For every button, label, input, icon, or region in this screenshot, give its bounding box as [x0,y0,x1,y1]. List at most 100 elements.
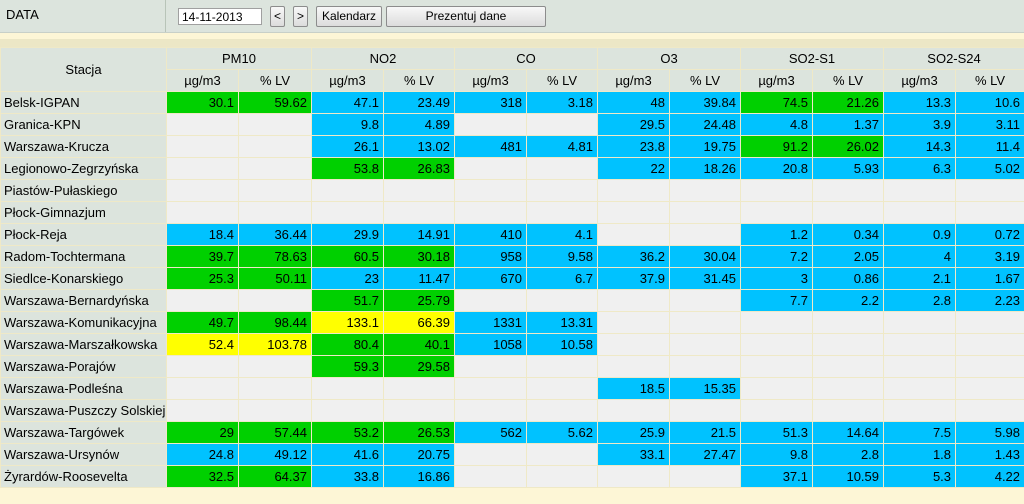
percent-lv-cell [238,355,312,378]
percent-lv-cell: 26.83 [382,157,456,180]
station-name: Warszawa-Marszałkowska [0,333,167,356]
concentration-cell: 25.3 [166,267,239,290]
concentration-cell [883,355,957,378]
concentration-cell [740,201,814,224]
concentration-cell: 23.8 [597,135,671,158]
station-row: Żyrardów-Roosevelta 32.5 64.37 33.8 16.86 37.… [0,465,1024,488]
station-row: Warszawa-Ursynów 24.8 49.12 41.6 20.75 33.1 27… [0,443,1024,466]
percent-lv-cell: 10.58 [526,333,599,356]
concentration-cell: 59.3 [311,355,384,378]
concentration-cell [597,399,671,422]
percent-lv-cell: 18.26 [669,157,742,180]
percent-lv-cell [669,465,742,488]
concentration-cell: 3.9 [883,113,957,136]
show-data-button[interactable]: Prezentuj dane [386,6,546,27]
percent-lv-cell: 4.22 [955,465,1024,488]
percent-lv-cell [812,201,885,224]
concentration-cell [740,179,814,202]
calendar-button[interactable]: Kalendarz [316,6,382,27]
percent-lv-header: % LV [526,69,599,92]
percent-lv-cell: 13.31 [526,311,599,334]
concentration-cell [166,157,239,180]
percent-lv-cell: 3.11 [955,113,1024,136]
percent-lv-cell: 5.93 [812,157,885,180]
percent-lv-cell: 2.05 [812,245,885,268]
concentration-cell: 9.8 [311,113,384,136]
station-name: Legionowo-Zegrzyńska [0,157,167,180]
percent-lv-header: % LV [812,69,885,92]
percent-lv-cell: 13.02 [382,135,456,158]
station-name: Granica-KPN [0,113,167,136]
percent-lv-cell: 11.47 [382,267,456,290]
percent-lv-cell [382,377,456,400]
concentration-cell: 36.2 [597,245,671,268]
percent-lv-cell: 3.18 [526,91,599,114]
percent-lv-cell [955,179,1024,202]
concentration-cell [454,113,528,136]
percent-lv-cell: 9.58 [526,245,599,268]
station-name: Warszawa-Porajów [0,355,167,378]
station-row: Warszawa-Porajów 59.3 29.58 [0,355,1024,378]
concentration-cell [597,179,671,202]
percent-lv-cell: 25.79 [382,289,456,312]
concentration-cell: 74.5 [740,91,814,114]
station-row: Granica-KPN 9.8 4.89 29.5 24.48 4.8 1.37 3.9 3.1… [0,113,1024,136]
concentration-cell: 37.9 [597,267,671,290]
percent-lv-cell: 27.47 [669,443,742,466]
percent-lv-cell [955,311,1024,334]
concentration-cell: 39.7 [166,245,239,268]
concentration-cell: 18.5 [597,377,671,400]
date-input[interactable] [178,8,262,25]
percent-lv-cell: 39.84 [669,91,742,114]
concentration-cell [740,399,814,422]
concentration-cell: 410 [454,223,528,246]
percent-lv-cell: 5.62 [526,421,599,444]
concentration-cell: 33.8 [311,465,384,488]
percent-lv-cell [526,289,599,312]
concentration-cell: 23 [311,267,384,290]
concentration-cell: 4 [883,245,957,268]
station-row: Piastów-Pułaskiego [0,179,1024,202]
percent-lv-cell [382,399,456,422]
concentration-cell [740,355,814,378]
next-day-button[interactable]: > [293,6,308,27]
concentration-cell: 48 [597,91,671,114]
percent-lv-cell [526,443,599,466]
table-top-strip [0,39,1024,47]
concentration-cell: 1.8 [883,443,957,466]
unit-header: µg/m3 [883,69,957,92]
percent-lv-cell: 50.11 [238,267,312,290]
percent-lv-cell: 31.45 [669,267,742,290]
prev-day-button[interactable]: < [270,6,285,27]
station-name: Warszawa-Komunikacyjna [0,311,167,334]
concentration-cell: 562 [454,421,528,444]
percent-lv-cell [238,157,312,180]
percent-lv-cell: 4.89 [382,113,456,136]
station-row: Warszawa-Podleśna 18.5 15.35 [0,377,1024,400]
concentration-cell: 29 [166,421,239,444]
concentration-cell [597,465,671,488]
concentration-cell: 29.9 [311,223,384,246]
percent-lv-cell: 98.44 [238,311,312,334]
percent-lv-cell [526,377,599,400]
concentration-cell: 22 [597,157,671,180]
station-name: Warszawa-Bernardyńska [0,289,167,312]
percent-lv-cell: 5.98 [955,421,1024,444]
percent-lv-cell: 64.37 [238,465,312,488]
concentration-cell: 1.2 [740,223,814,246]
percent-lv-cell: 49.12 [238,443,312,466]
percent-lv-cell: 2.2 [812,289,885,312]
concentration-cell [883,333,957,356]
percent-lv-cell: 5.02 [955,157,1024,180]
station-row: Belsk-IGPAN 30.1 59.62 47.1 23.49 318 3.18 48 39… [0,91,1024,114]
percent-lv-header: % LV [238,69,312,92]
percent-lv-cell [238,377,312,400]
concentration-cell: 9.8 [740,443,814,466]
percent-lv-cell: 36.44 [238,223,312,246]
unit-header: µg/m3 [311,69,384,92]
station-name: Radom-Tochtermana [0,245,167,268]
concentration-cell: 91.2 [740,135,814,158]
percent-lv-cell [812,399,885,422]
pollutant-header: SO2-S1 [740,47,885,70]
concentration-cell [454,179,528,202]
